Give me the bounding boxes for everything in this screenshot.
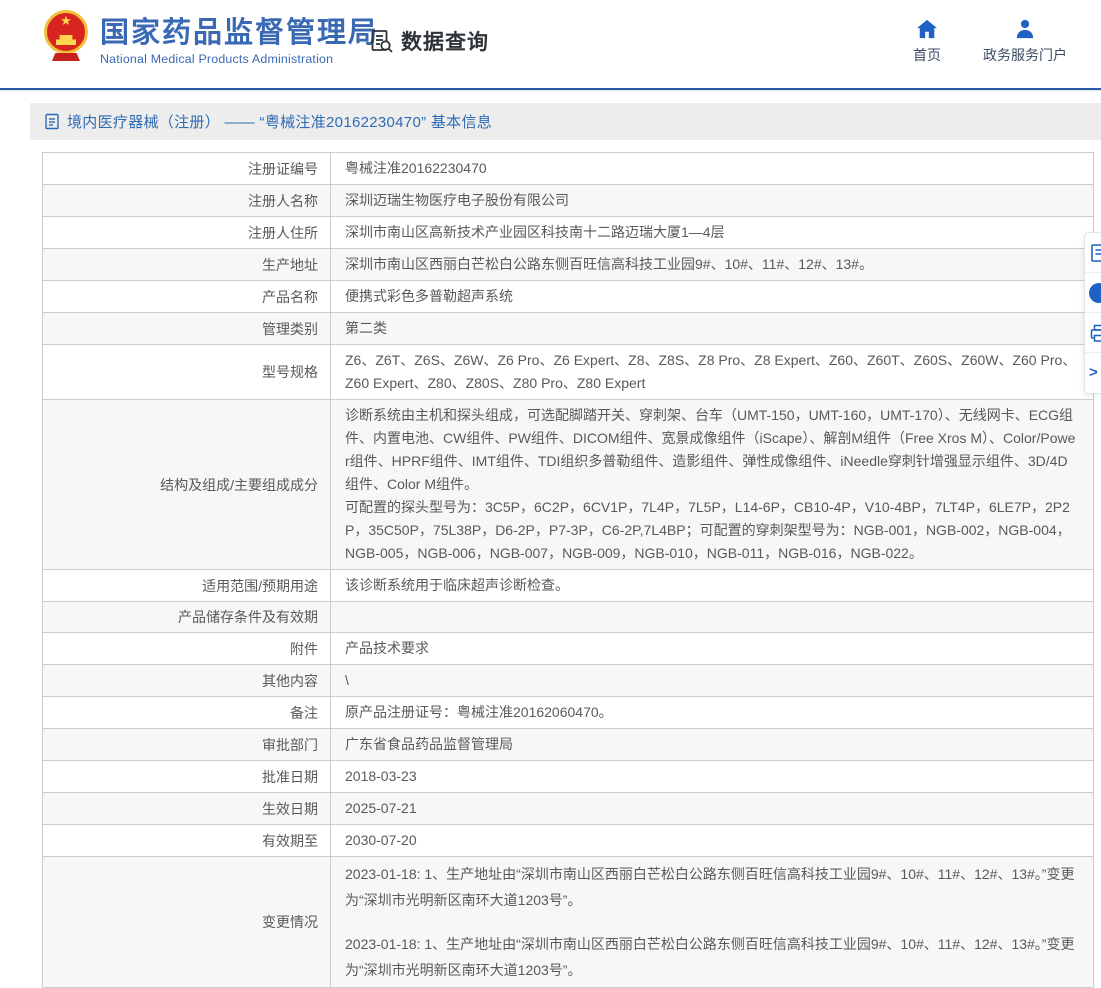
table-row: 适用范围/预期用途该诊断系统用于临床超声诊断检查。 — [43, 570, 1093, 602]
breadcrumb-title: 境内医疗器械（注册） —— “粤械注准20162230470” 基本信息 — [67, 111, 492, 132]
row-value: 粤械注准20162230470 — [331, 153, 1093, 184]
header-nav: 首页 政务服务门户 — [913, 19, 1067, 65]
row-label: 附件 — [43, 633, 331, 664]
home-icon — [916, 19, 938, 39]
header-divider-thin — [0, 90, 1101, 91]
row-label: 备注 — [43, 697, 331, 728]
row-label: 适用范围/预期用途 — [43, 570, 331, 601]
nav-gov-portal-label: 政务服务门户 — [983, 45, 1067, 65]
row-label: 生效日期 — [43, 793, 331, 824]
registration-table: 注册证编号粤械注准20162230470注册人名称深圳迈瑞生物医疗电子股份有限公… — [42, 152, 1094, 988]
row-label: 批准日期 — [43, 761, 331, 792]
table-row: 有效期至2030-07-20 — [43, 825, 1093, 857]
gate-icon — [56, 35, 76, 45]
side-badge-button[interactable] — [1085, 273, 1101, 313]
printer-icon — [1089, 323, 1101, 343]
row-value: 该诊断系统用于临床超声诊断检查。 — [331, 570, 1093, 601]
table-row: 结构及组成/主要组成成分诊断系统由主机和探头组成，可选配脚踏开关、穿刺架、台车（… — [43, 400, 1093, 570]
table-row: 审批部门广东省食品药品监督管理局 — [43, 729, 1093, 761]
row-value: 便携式彩色多普勒超声系统 — [331, 281, 1093, 312]
table-row: 管理类别第二类 — [43, 313, 1093, 345]
table-row: 生效日期2025-07-21 — [43, 793, 1093, 825]
page-header: ★ 国家药品监督管理局 National Medical Products Ad… — [0, 0, 1101, 88]
row-label: 其他内容 — [43, 665, 331, 696]
row-label: 型号规格 — [43, 345, 331, 399]
table-row: 其他内容\ — [43, 665, 1093, 697]
nav-home[interactable]: 首页 — [913, 19, 941, 65]
national-emblem-icon: ★ — [44, 10, 88, 54]
table-row: 批准日期2018-03-23 — [43, 761, 1093, 793]
table-row: 产品名称便携式彩色多普勒超声系统 — [43, 281, 1093, 313]
row-value: 深圳迈瑞生物医疗电子股份有限公司 — [331, 185, 1093, 216]
row-value: 2018-03-23 — [331, 761, 1093, 792]
document-icon — [1089, 243, 1101, 263]
row-label: 注册证编号 — [43, 153, 331, 184]
ribbon-icon — [52, 53, 80, 61]
row-label: 管理类别 — [43, 313, 331, 344]
page-icon — [44, 113, 60, 130]
table-row: 注册证编号粤械注准20162230470 — [43, 153, 1093, 185]
row-label: 注册人名称 — [43, 185, 331, 216]
row-label: 生产地址 — [43, 249, 331, 280]
row-value: 2023-01-18: 1、生产地址由“深圳市南山区西丽白芒松白公路东侧百旺信高… — [331, 857, 1093, 987]
row-value: 诊断系统由主机和探头组成，可选配脚踏开关、穿刺架、台车（UMT-150，UMT-… — [331, 400, 1093, 569]
side-collapse-button[interactable]: > — [1085, 353, 1101, 393]
nav-home-label: 首页 — [913, 45, 941, 65]
table-row: 产品储存条件及有效期 — [43, 602, 1093, 633]
agency-name-cn: 国家药品监督管理局 — [100, 17, 379, 49]
document-search-icon — [368, 28, 395, 55]
row-value: 广东省食品药品监督管理局 — [331, 729, 1093, 760]
table-row: 注册人名称深圳迈瑞生物医疗电子股份有限公司 — [43, 185, 1093, 217]
row-value: 第二类 — [331, 313, 1093, 344]
row-value: Z6、Z6T、Z6S、Z6W、Z6 Pro、Z6 Expert、Z8、Z8S、Z… — [331, 345, 1093, 399]
breadcrumb: 境内医疗器械（注册） —— “粤械注准20162230470” 基本信息 — [30, 103, 1101, 140]
table-row: 备注原产品注册证号：粤械注准20162060470。 — [43, 697, 1093, 729]
data-query-title[interactable]: 数据查询 — [368, 26, 489, 56]
side-toolbar: > — [1084, 232, 1101, 394]
agency-title-block: 国家药品监督管理局 National Medical Products Admi… — [100, 17, 379, 66]
row-value: 产品技术要求 — [331, 633, 1093, 664]
table-row: 附件产品技术要求 — [43, 633, 1093, 665]
row-label: 变更情况 — [43, 857, 331, 987]
row-value: 深圳市南山区高新技术产业园区科技南十二路迈瑞大厦1—4层 — [331, 217, 1093, 248]
table-row: 生产地址深圳市南山区西丽白芒松白公路东侧百旺信高科技工业园9#、10#、11#、… — [43, 249, 1093, 281]
data-query-label: 数据查询 — [401, 26, 489, 56]
person-icon — [1014, 19, 1036, 39]
row-value: 原产品注册证号：粤械注准20162060470。 — [331, 697, 1093, 728]
row-label: 产品储存条件及有效期 — [43, 602, 331, 632]
row-label: 审批部门 — [43, 729, 331, 760]
badge-circle-icon — [1089, 283, 1101, 303]
side-print-button[interactable] — [1085, 313, 1101, 353]
row-value: 2025-07-21 — [331, 793, 1093, 824]
row-label: 结构及组成/主要组成成分 — [43, 400, 331, 569]
star-icon: ★ — [60, 14, 72, 28]
row-label: 注册人住所 — [43, 217, 331, 248]
nav-gov-portal[interactable]: 政务服务门户 — [983, 19, 1067, 65]
row-label: 有效期至 — [43, 825, 331, 856]
table-row: 型号规格Z6、Z6T、Z6S、Z6W、Z6 Pro、Z6 Expert、Z8、Z… — [43, 345, 1093, 400]
row-value: \ — [331, 665, 1093, 696]
collapse-arrow-icon: > — [1089, 363, 1098, 383]
row-label: 产品名称 — [43, 281, 331, 312]
row-value — [331, 602, 1093, 632]
table-row: 注册人住所深圳市南山区高新技术产业园区科技南十二路迈瑞大厦1—4层 — [43, 217, 1093, 249]
side-document-button[interactable] — [1085, 233, 1101, 273]
row-value: 深圳市南山区西丽白芒松白公路东侧百旺信高科技工业园9#、10#、11#、12#、… — [331, 249, 1093, 280]
table-row: 变更情况2023-01-18: 1、生产地址由“深圳市南山区西丽白芒松白公路东侧… — [43, 857, 1093, 987]
row-value: 2030-07-20 — [331, 825, 1093, 856]
agency-name-en: National Medical Products Administration — [100, 52, 379, 66]
agency-logo[interactable]: ★ — [40, 10, 92, 61]
